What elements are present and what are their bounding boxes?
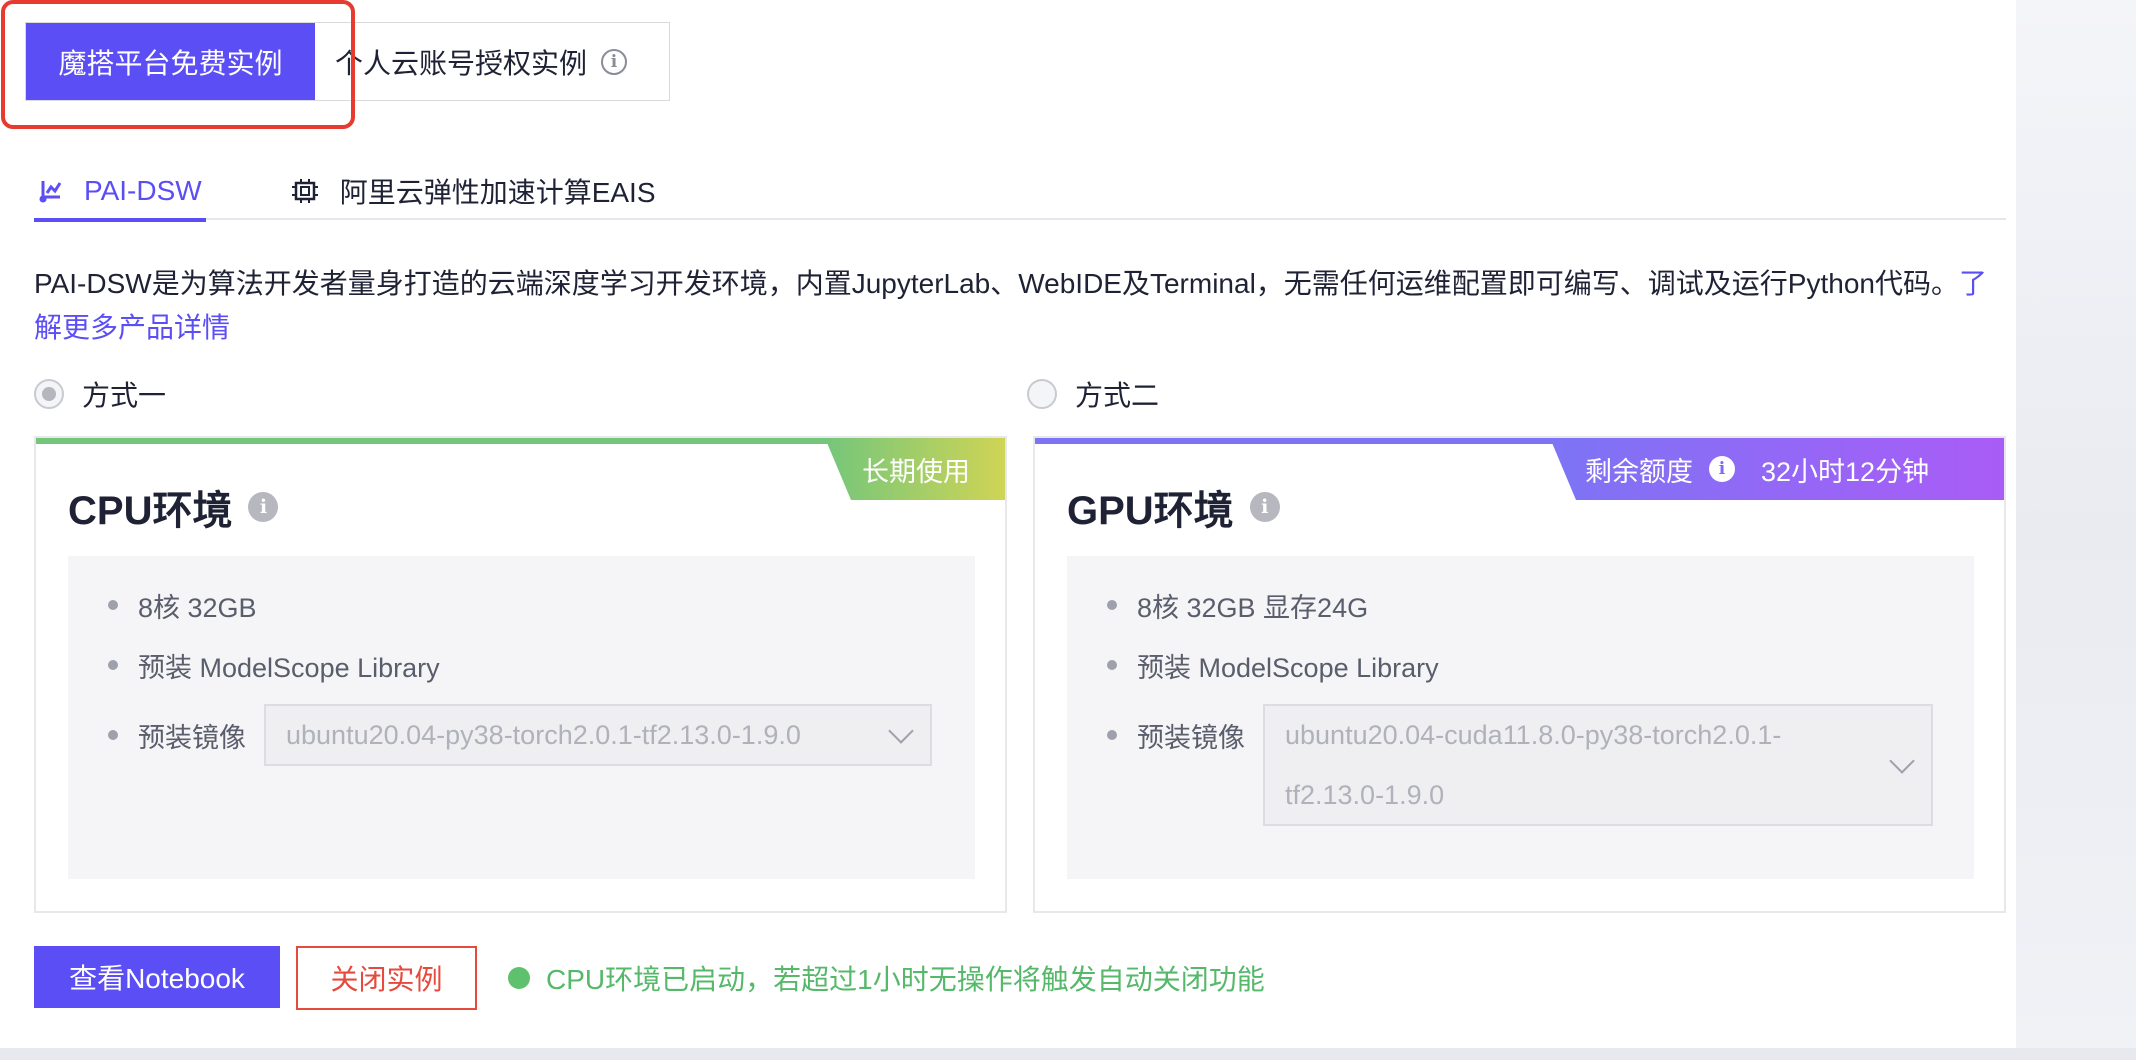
cpu-spec-text: 8核 32GB [138, 592, 257, 623]
page-background-bottom [0, 1048, 2136, 1060]
cpu-library-text: 预装 ModelScope Library [138, 652, 440, 683]
option-two-radio[interactable] [1027, 379, 1057, 409]
dsw-icon [39, 181, 62, 203]
gpu-image-value-line1: ubuntu20.04-cuda11.8.0-py38-torch2.0.1- [1285, 720, 1782, 750]
bullet-icon [108, 660, 118, 670]
bullet-icon [108, 730, 118, 740]
tab-free-instance[interactable]: 魔搭平台免费实例 [26, 23, 315, 100]
option-two-label: 方式二 [1075, 380, 1160, 411]
gpu-badge-value: 32小时12分钟 [1761, 456, 1930, 487]
cpu-image-select[interactable]: ubuntu20.04-py38-torch2.0.1-tf2.13.0-1.9… [264, 704, 932, 766]
chevron-down-icon [1889, 748, 1915, 774]
gpu-image-item: 预装镜像 ubuntu20.04-cuda11.8.0-py38-torch2.… [1107, 704, 1974, 826]
option-one[interactable]: 方式一 [34, 374, 166, 414]
gpu-card-title: GPU环境 i [1067, 478, 1280, 536]
info-icon[interactable]: i [248, 492, 279, 522]
tab-personal-account-instance-label: 个人云账号授权实例 [335, 47, 588, 79]
view-notebook-button[interactable]: 查看Notebook [34, 946, 280, 1008]
cpu-spec-box: 8核 32GB 预装 ModelScope Library 预装镜像 ubunt… [68, 556, 975, 879]
tab-personal-account-instance[interactable]: 个人云账号授权实例 i [315, 23, 669, 100]
cpu-badge-label: 长期使用 [862, 456, 970, 487]
cpu-title-text: CPU环境 [68, 489, 233, 533]
info-icon[interactable]: i [601, 48, 628, 75]
cpu-long-term-badge: 长期使用 [825, 438, 1005, 500]
tab-pai-dsw[interactable]: PAI-DSW [34, 162, 206, 222]
cpu-image-label: 预装镜像 [138, 722, 246, 753]
gpu-badge-label: 剩余额度 [1585, 456, 1693, 487]
close-instance-button[interactable]: 关闭实例 [296, 946, 477, 1010]
option-one-radio[interactable] [34, 379, 64, 409]
cpu-environment-card[interactable]: 长期使用 CPU环境 i 8核 32GB 预装 ModelScope Libra… [34, 436, 1007, 913]
main-panel: 魔搭平台免费实例 个人云账号授权实例 i PAI-DSW 阿里云弹性加速计算EA… [0, 0, 2016, 1048]
gpu-title-text: GPU环境 [1067, 489, 1234, 533]
status-indicator-icon [508, 967, 530, 989]
instance-status: CPU环境已启动，若超过1小时无操作将触发自动关闭功能 [508, 958, 1265, 998]
tab-eais[interactable]: 阿里云弹性加速计算EAIS [290, 162, 656, 220]
gpu-environment-card[interactable]: 剩余额度 i 32小时12分钟 GPU环境 i 8核 32GB 显存24G 预装… [1033, 436, 2006, 913]
gpu-library-item: 预装 ModelScope Library [1107, 636, 1974, 694]
info-icon[interactable]: i [1709, 456, 1735, 482]
bullet-icon [108, 600, 118, 610]
chip-icon [291, 179, 318, 203]
cpu-library-item: 预装 ModelScope Library [108, 636, 975, 694]
bullet-icon [1107, 600, 1117, 610]
gpu-library-text: 预装 ModelScope Library [1137, 652, 1439, 683]
cpu-card-title: CPU环境 i [68, 478, 279, 536]
info-icon[interactable]: i [1249, 492, 1280, 522]
gpu-image-select[interactable]: ubuntu20.04-cuda11.8.0-py38-torch2.0.1- … [1263, 704, 1933, 826]
cpu-image-value: ubuntu20.04-py38-torch2.0.1-tf2.13.0-1.9… [286, 719, 801, 750]
tab-eais-label: 阿里云弹性加速计算EAIS [339, 177, 656, 208]
gpu-spec-text: 8核 32GB 显存24G [1137, 592, 1369, 623]
description-text: PAI-DSW是为算法开发者量身打造的云端深度学习开发环境，内置JupyterL… [34, 268, 1959, 299]
gpu-spec-item: 8核 32GB 显存24G [1107, 576, 1974, 634]
cpu-spec-item: 8核 32GB [108, 576, 975, 634]
bullet-icon [1107, 660, 1117, 670]
gpu-image-value-line2: tf2.13.0-1.9.0 [1285, 780, 1445, 810]
gpu-image-label: 预装镜像 [1137, 722, 1245, 753]
page-background-right [2016, 0, 2136, 1060]
instance-tabs: 魔搭平台免费实例 个人云账号授权实例 i [25, 22, 670, 101]
bullet-icon [1107, 730, 1117, 740]
product-description: PAI-DSW是为算法开发者量身打造的云端深度学习开发环境，内置JupyterL… [34, 262, 1994, 350]
gpu-spec-box: 8核 32GB 显存24G 预装 ModelScope Library 预装镜像… [1067, 556, 1974, 879]
chevron-down-icon [888, 718, 914, 744]
gpu-remaining-quota-badge: 剩余额度 i 32小时12分钟 [1550, 438, 2004, 500]
tab-pai-dsw-label: PAI-DSW [84, 175, 202, 206]
cpu-image-item: 预装镜像 ubuntu20.04-py38-torch2.0.1-tf2.13.… [108, 704, 975, 766]
gpu-image-value: ubuntu20.04-cuda11.8.0-py38-torch2.0.1- … [1285, 705, 1781, 825]
option-two[interactable]: 方式二 [1027, 374, 1159, 414]
option-one-label: 方式一 [82, 380, 167, 411]
status-text: CPU环境已启动，若超过1小时无操作将触发自动关闭功能 [546, 964, 1265, 995]
tab-free-instance-label: 魔搭平台免费实例 [58, 47, 283, 79]
service-tabs: PAI-DSW 阿里云弹性加速计算EAIS [34, 162, 2006, 222]
